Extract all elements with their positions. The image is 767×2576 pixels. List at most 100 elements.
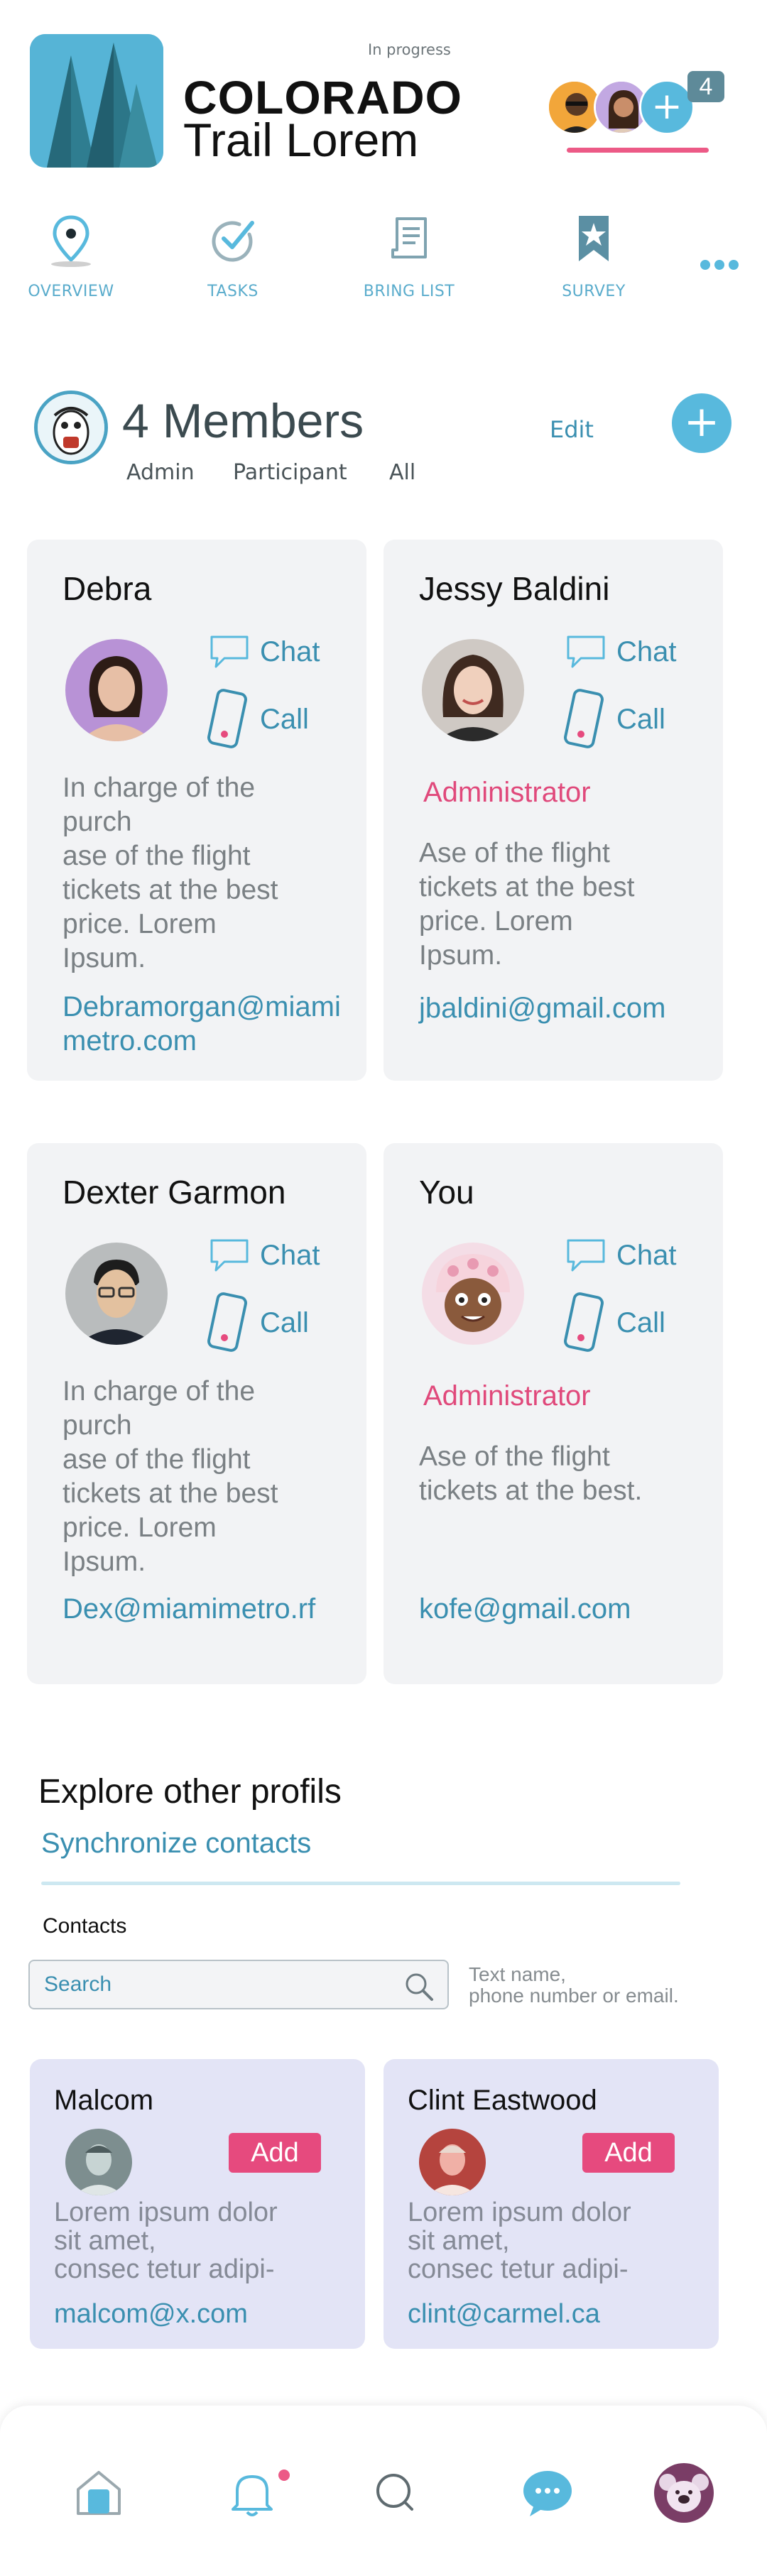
bookmark-star-icon <box>579 216 609 261</box>
more-options-icon[interactable] <box>700 260 743 277</box>
nav-messages[interactable] <box>516 2461 580 2525</box>
nav-notifications[interactable] <box>220 2461 284 2525</box>
member-email[interactable]: jbaldini@gmail.com <box>419 991 717 1025</box>
add-contact-button[interactable]: Add <box>229 2133 321 2173</box>
active-tab-indicator <box>51 261 91 267</box>
contact-name: Clint Eastwood <box>408 2085 597 2116</box>
call-label: Call <box>260 1306 309 1338</box>
member-description: In charge of the purch ase of the flight… <box>62 1376 278 1577</box>
search-input[interactable] <box>44 1968 385 2001</box>
nav-home[interactable] <box>67 2461 131 2525</box>
trip-cover-image[interactable] <box>30 34 163 168</box>
chat-bubble-icon <box>523 2471 572 2516</box>
person-avatar-icon <box>65 1243 168 1345</box>
phone-icon <box>564 1292 604 1352</box>
pine-trees-icon <box>30 34 163 168</box>
member-card[interactable]: Debra Chat Call In charge of the purch a… <box>27 540 366 1081</box>
member-email[interactable]: kofe@gmail.com <box>419 1592 717 1626</box>
contact-email[interactable]: malcom@x.com <box>54 2299 248 2330</box>
chat-bubble-icon <box>567 1239 605 1272</box>
nav-search[interactable] <box>364 2461 428 2525</box>
trip-status: In progress <box>368 41 451 58</box>
nav-profile[interactable] <box>652 2461 716 2525</box>
person-avatar-icon <box>65 639 168 741</box>
participants-underline <box>567 148 709 153</box>
member-name: Debra <box>62 570 152 607</box>
members-count-title: 4 Members <box>122 394 364 448</box>
add-contact-button[interactable]: Add <box>582 2133 675 2173</box>
member-role-badge: Administrator <box>423 777 591 808</box>
member-email[interactable]: Dex@miamimetro.rf <box>62 1592 361 1626</box>
phone-icon <box>564 689 604 748</box>
group-logo-icon <box>34 391 108 464</box>
call-button[interactable]: Call <box>560 687 665 751</box>
participants-avatar-stack[interactable]: + 4 <box>547 71 724 136</box>
trip-subtitle: Trail Lorem <box>183 114 419 166</box>
bell-icon <box>232 2475 273 2516</box>
filter-participant[interactable]: Participant <box>233 460 347 485</box>
notification-dot <box>278 2469 290 2481</box>
chat-button[interactable]: Chat <box>565 1234 677 1277</box>
tab-tasks[interactable]: TASKS <box>162 206 304 312</box>
tab-tasks-label: TASKS <box>207 283 259 300</box>
add-member-button[interactable]: + <box>672 393 731 453</box>
tab-overview[interactable]: OVERVIEW <box>0 206 142 312</box>
member-card[interactable]: You Chat Call Administrator Ase of the f… <box>384 1143 723 1684</box>
member-photo <box>422 639 524 741</box>
contact-name: Malcom <box>54 2085 154 2116</box>
chat-button[interactable]: Chat <box>209 1234 320 1277</box>
contact-photo <box>419 2129 486 2195</box>
search-icon[interactable] <box>402 1970 436 2004</box>
contact-card[interactable]: Malcom Add Lorem ipsum dolor sit amet, c… <box>30 2059 365 2349</box>
search-hint: Text name, phone number or email. <box>469 1963 679 2007</box>
member-description: Ase of the flight tickets at the best. <box>419 1441 643 1506</box>
member-card[interactable]: Jessy Baldini Chat Call Administrator As… <box>384 540 723 1081</box>
person-avatar-icon <box>422 639 524 741</box>
member-description: Ase of the flight tickets at the best pr… <box>419 838 635 971</box>
call-label: Call <box>616 1306 665 1338</box>
contacts-label: Contacts <box>43 1914 127 1938</box>
contacts-search-box[interactable] <box>28 1960 449 2009</box>
search-icon <box>376 2474 413 2511</box>
phone-icon <box>207 1292 247 1352</box>
person-avatar-icon <box>65 2129 132 2195</box>
chat-button[interactable]: Chat <box>209 631 320 673</box>
explore-title: Explore other profils <box>38 1773 342 1811</box>
call-label: Call <box>616 703 665 735</box>
contact-email[interactable]: clint@carmel.ca <box>408 2299 600 2330</box>
member-card[interactable]: Dexter Garmon Chat Call In charge of the… <box>27 1143 366 1684</box>
filter-all[interactable]: All <box>389 460 415 485</box>
person-avatar-icon <box>419 2129 486 2195</box>
contact-description: Lorem ipsum dolor sit amet, consec tetur… <box>54 2198 278 2284</box>
chat-bubble-icon <box>210 1239 249 1272</box>
filter-admin[interactable]: Admin <box>126 460 195 485</box>
checkmark-circle-icon <box>212 221 254 262</box>
call-button[interactable]: Call <box>203 687 309 751</box>
chat-label: Chat <box>260 635 320 667</box>
member-photo <box>65 639 168 741</box>
extra-participants-count: 4 <box>687 71 724 102</box>
contact-card[interactable]: Clint Eastwood Add Lorem ipsum dolor sit… <box>384 2059 719 2349</box>
phone-icon <box>207 689 247 748</box>
tab-bring-list[interactable]: BRING LIST <box>338 206 480 312</box>
bottom-navigation <box>0 2406 767 2576</box>
add-participant-button[interactable]: + <box>639 80 695 135</box>
member-description: In charge of the purch ase of the flight… <box>62 773 278 973</box>
trip-header: In progress COLORADO Trail Lorem + 4 <box>0 0 767 185</box>
contact-description: Lorem ipsum dolor sit amet, consec tetur… <box>408 2198 631 2284</box>
member-name: Dexter Garmon <box>62 1174 286 1211</box>
sync-divider <box>41 1882 680 1885</box>
tab-survey-label: SURVEY <box>562 283 626 300</box>
member-email[interactable]: Debramorgan@miamimetro.com <box>62 990 361 1058</box>
synchronize-contacts-link[interactable]: Synchronize contacts <box>41 1828 311 1860</box>
document-list-icon <box>391 217 427 258</box>
tab-survey[interactable]: SURVEY <box>523 206 665 312</box>
edit-members-link[interactable]: Edit <box>550 416 594 443</box>
call-button[interactable]: Call <box>203 1291 309 1355</box>
call-button[interactable]: Call <box>560 1291 665 1355</box>
home-icon <box>77 2471 121 2515</box>
member-name: You <box>419 1174 474 1211</box>
chat-button[interactable]: Chat <box>565 631 677 673</box>
call-label: Call <box>260 703 309 735</box>
cartoon-avatar-icon <box>422 1243 524 1345</box>
